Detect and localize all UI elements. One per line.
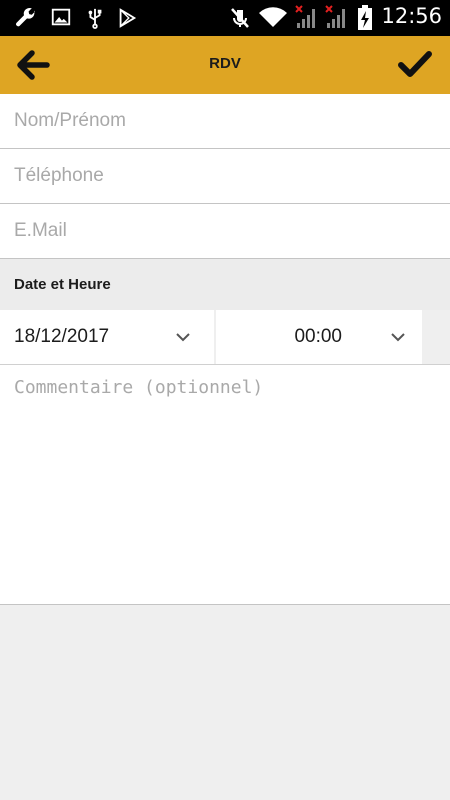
confirm-button[interactable] bbox=[398, 48, 432, 80]
status-time: 12:56 bbox=[381, 4, 442, 28]
date-select[interactable]: 18/12/2017 bbox=[0, 310, 214, 364]
time-select[interactable]: 00:00 bbox=[216, 310, 422, 364]
mute-icon bbox=[231, 8, 249, 28]
chevron-down-icon bbox=[391, 333, 405, 342]
wifi-icon bbox=[259, 7, 287, 27]
app-bar: RDV bbox=[0, 36, 450, 94]
date-value: 18/12/2017 bbox=[14, 326, 110, 347]
status-bar: 12:56 bbox=[0, 0, 450, 36]
time-value: 00:00 bbox=[294, 326, 342, 347]
page-title: RDV bbox=[209, 55, 241, 72]
phone-input[interactable] bbox=[14, 149, 434, 203]
play-store-icon bbox=[119, 8, 137, 28]
date-time-section-header: Date et Heure bbox=[0, 259, 450, 310]
phone-field bbox=[0, 149, 450, 204]
usb-icon bbox=[88, 8, 102, 29]
name-input[interactable] bbox=[14, 94, 434, 148]
email-input[interactable] bbox=[14, 204, 434, 258]
comment-input[interactable] bbox=[14, 377, 434, 597]
name-field bbox=[0, 94, 450, 149]
chevron-down-icon bbox=[176, 333, 190, 342]
signal-no-service-icon bbox=[325, 5, 345, 28]
image-icon bbox=[51, 8, 71, 26]
signal-no-service-icon bbox=[295, 5, 315, 28]
battery-charging-icon bbox=[358, 5, 372, 30]
wrench-icon bbox=[16, 7, 35, 27]
email-field bbox=[0, 204, 450, 259]
comment-box bbox=[0, 365, 450, 605]
section-title: Date et Heure bbox=[14, 276, 111, 293]
date-time-row: 18/12/2017 00:00 bbox=[0, 310, 450, 365]
check-icon bbox=[398, 51, 432, 77]
